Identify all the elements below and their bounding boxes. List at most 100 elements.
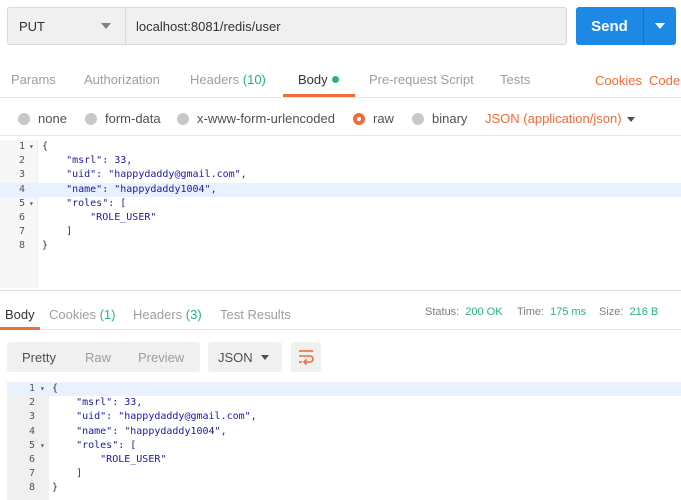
radio-form-data[interactable]: form-data — [85, 111, 161, 126]
radio-form-data-label: form-data — [105, 111, 161, 126]
radio-urlencoded[interactable]: x-www-form-urlencoded — [177, 111, 335, 126]
chevron-down-icon — [655, 23, 665, 29]
fold-toggle-icon[interactable]: ▾ — [40, 439, 45, 453]
time-stat: Time: 175 ms — [517, 306, 586, 318]
url-input[interactable]: localhost:8081/redis/user — [125, 7, 567, 45]
code-text: ] — [52, 468, 83, 480]
response-tab-headers[interactable]: Headers (3) — [133, 307, 202, 322]
cookies-link[interactable]: Cookies — [595, 73, 642, 88]
pane-divider[interactable] — [0, 290, 681, 291]
size-value: 216 B — [629, 306, 659, 318]
code-text: "roles": [ — [42, 197, 127, 209]
code-text: } — [52, 482, 59, 494]
send-dropdown-button[interactable] — [643, 7, 676, 45]
line-number: 1 — [18, 141, 25, 152]
line-number: 2 — [28, 397, 35, 409]
code-line: 1 ▾ { — [0, 140, 681, 154]
tab-body[interactable]: Body — [298, 72, 339, 87]
send-button[interactable]: Send — [576, 7, 643, 45]
fold-toggle-icon[interactable]: ▾ — [40, 382, 45, 396]
time-label: Time: — [517, 306, 545, 318]
code-text: ] — [42, 226, 73, 238]
line-number: 1 — [28, 383, 35, 394]
tab-authorization[interactable]: Authorization — [84, 72, 160, 87]
radio-none-label: none — [38, 111, 67, 126]
code-text: "msrl": 33, — [52, 397, 143, 409]
method-select[interactable]: PUT — [7, 7, 125, 45]
code-link[interactable]: Code — [649, 73, 680, 88]
preview-button[interactable]: Preview — [138, 350, 184, 365]
chevron-down-icon[interactable] — [627, 117, 635, 122]
wrap-lines-button[interactable] — [291, 342, 321, 372]
line-number: 7 — [28, 468, 35, 480]
code-text: "ROLE_USER" — [42, 212, 157, 223]
code-line: 6 "ROLE_USER" — [7, 453, 681, 467]
line-number: 7 — [18, 226, 25, 238]
code-text: "uid": "happydaddy@gmail.com", — [42, 169, 247, 181]
chevron-down-icon — [101, 23, 111, 29]
tab-prerequest-script[interactable]: Pre-request Script — [369, 72, 474, 87]
status-value: 200 OK — [465, 306, 503, 318]
size-stat: Size: 216 B — [599, 306, 658, 318]
response-tab-headers-label: Headers — [133, 307, 183, 322]
content-type-select[interactable]: JSON (application/json) — [485, 111, 622, 126]
radio-selected-icon — [353, 112, 365, 125]
cookies-count-badge: (1) — [99, 307, 116, 322]
method-label: PUT — [19, 18, 45, 34]
radio-binary-label: binary — [432, 111, 468, 126]
code-line: 4 "name": "happydaddy1004", — [7, 425, 681, 439]
fold-toggle-icon[interactable]: ▾ — [29, 197, 34, 211]
tab-tests[interactable]: Tests — [500, 72, 530, 87]
response-tab-test-results[interactable]: Test Results — [220, 307, 291, 322]
radio-none[interactable]: none — [18, 111, 67, 126]
code-line: 3 "uid": "happydaddy@gmail.com", — [0, 168, 681, 182]
line-number: 3 — [18, 169, 25, 181]
line-number: 4 — [18, 183, 25, 195]
raw-button[interactable]: Raw — [85, 350, 111, 365]
code-text: "uid": "happydaddy@gmail.com", — [52, 411, 257, 423]
response-tab-body[interactable]: Body — [5, 307, 35, 322]
format-label: JSON — [218, 350, 253, 365]
line-number: 4 — [28, 425, 35, 437]
response-headers-count-badge: (3) — [185, 307, 202, 322]
radio-urlencoded-label: x-www-form-urlencoded — [197, 111, 335, 126]
modified-dot-icon — [331, 76, 339, 83]
tab-headers-label: Headers — [190, 72, 240, 87]
line-number: 8 — [28, 482, 35, 494]
time-value: 175 ms — [550, 306, 587, 318]
code-line: 7 ] — [0, 225, 681, 239]
active-tab-indicator — [0, 327, 40, 330]
code-text: "msrl": 33, — [42, 155, 133, 167]
code-line: 2 "msrl": 33, — [7, 396, 681, 410]
format-select[interactable]: JSON — [208, 342, 282, 372]
code-text: { — [52, 383, 59, 394]
response-tabs: Body Cookies (1) Headers (3) Test Result… — [0, 300, 681, 330]
response-tab-cookies[interactable]: Cookies (1) — [49, 307, 115, 322]
pretty-button[interactable]: Pretty — [22, 350, 56, 365]
line-number: 3 — [28, 411, 35, 423]
code-line: 5 ▾ "roles": [ — [7, 439, 681, 453]
send-label: Send — [591, 17, 628, 35]
radio-binary[interactable]: binary — [412, 111, 467, 126]
line-number: 5 — [18, 197, 25, 209]
tab-params[interactable]: Params — [11, 72, 56, 87]
tab-headers[interactable]: Headers (10) — [190, 72, 266, 87]
code-line: 8} — [0, 239, 681, 253]
code-line: 8} — [7, 481, 681, 495]
request-bar: PUT localhost:8081/redis/user Send — [0, 0, 681, 56]
headers-count-badge: (10) — [242, 72, 266, 87]
fold-toggle-icon[interactable]: ▾ — [29, 140, 34, 154]
tab-body-label: Body — [298, 72, 328, 87]
line-number: 2 — [18, 155, 25, 167]
radio-icon — [177, 112, 189, 125]
body-type-options: none form-data x-www-form-urlencoded raw… — [0, 104, 681, 136]
radio-raw-label: raw — [373, 111, 394, 126]
code-text: } — [42, 240, 49, 252]
response-body-viewer[interactable]: 1 ▾{2 "msrl": 33, 3 "uid": "happydaddy@gma… — [7, 382, 681, 500]
radio-icon — [18, 112, 30, 125]
url-value: localhost:8081/redis/user — [136, 18, 281, 34]
request-body-editor[interactable]: 1 ▾{2 "msrl": 33, 3 "uid": "happydaddy@gma… — [0, 140, 681, 288]
radio-raw[interactable]: raw — [353, 111, 394, 126]
code-line: 2 "msrl": 33, — [0, 154, 681, 168]
line-number: 5 — [28, 439, 35, 451]
